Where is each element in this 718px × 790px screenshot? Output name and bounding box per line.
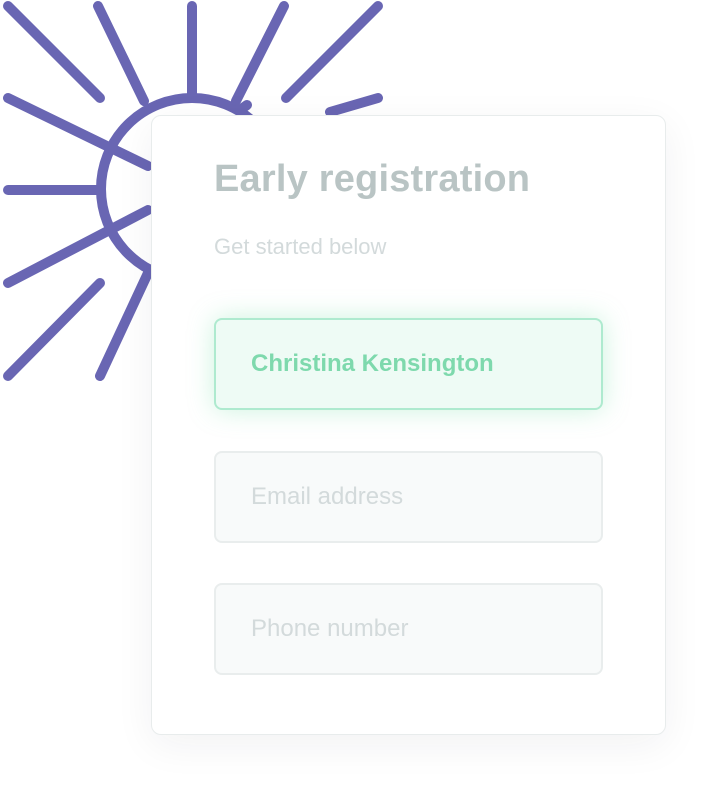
phone-input[interactable] <box>214 583 603 675</box>
email-input[interactable] <box>214 451 603 543</box>
registration-card: Early registration Get started below <box>151 115 666 735</box>
form-subtitle: Get started below <box>214 234 387 259</box>
name-input[interactable] <box>214 318 603 410</box>
form-title: Early registration <box>214 158 531 200</box>
